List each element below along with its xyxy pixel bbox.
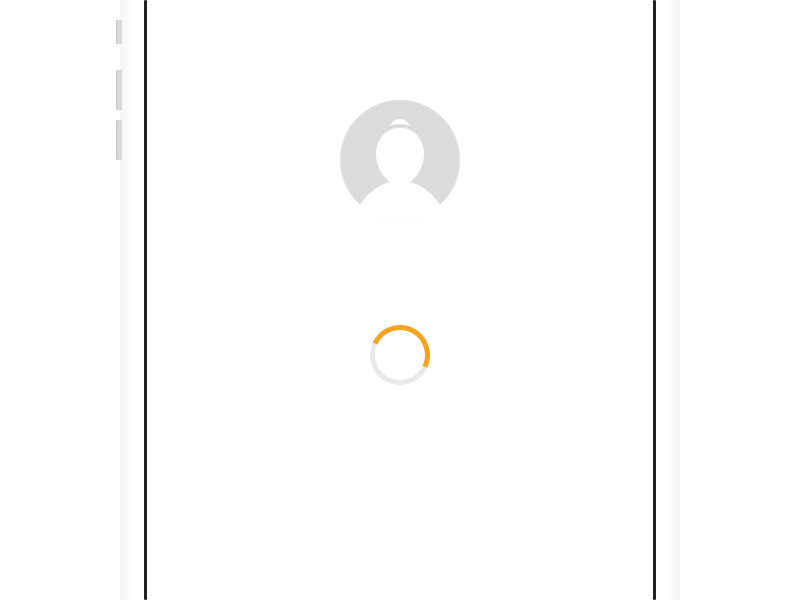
phone-bezel-right	[653, 0, 656, 600]
phone-edge-left	[120, 0, 144, 600]
mute-switch	[116, 20, 122, 44]
phone-device-frame	[120, 0, 680, 600]
volume-up-button	[116, 70, 122, 110]
volume-down-button	[116, 120, 122, 160]
avatar-placeholder-icon	[340, 100, 460, 220]
phone-edge-right	[656, 0, 680, 600]
spinner-arc	[362, 317, 439, 394]
loading-spinner-icon	[370, 325, 430, 385]
app-screen	[147, 0, 653, 600]
